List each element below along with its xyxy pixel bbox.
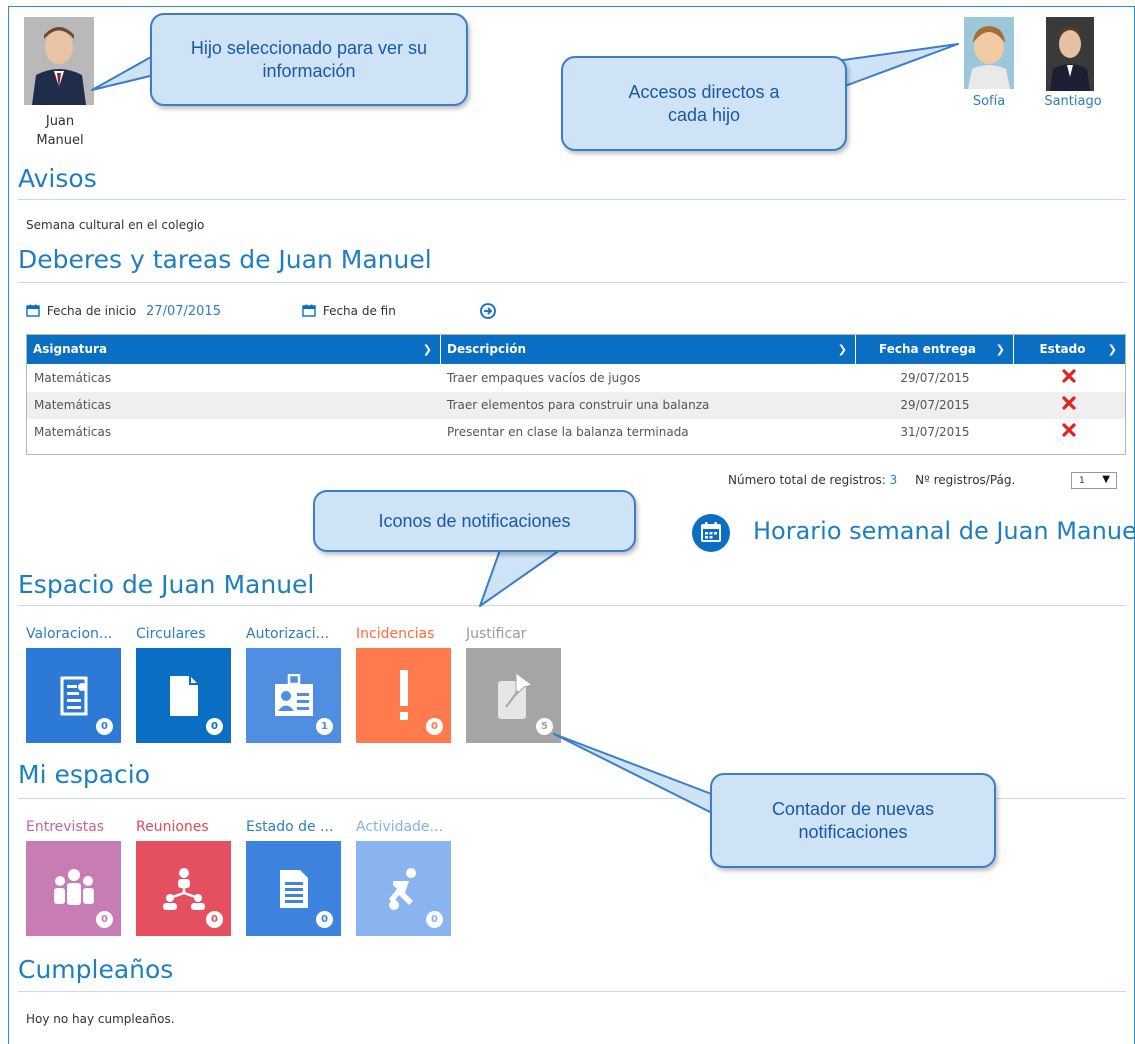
justificar-label[interactable]: Justificar xyxy=(466,626,527,642)
notification-count-badge: 1 xyxy=(316,718,333,735)
chevron-down-icon: ❯ xyxy=(837,343,847,356)
autorizaciones-tile[interactable]: 1 xyxy=(246,648,341,743)
sibling-name-sofia[interactable]: Sofía xyxy=(958,94,1020,109)
column-header-subject[interactable]: Asignatura ❯ xyxy=(27,335,441,364)
cell-description: Presentar en clase la balanza terminada xyxy=(447,425,689,439)
entrevistas-tile[interactable]: 0 xyxy=(26,841,121,936)
reuniones-tile[interactable]: 0 xyxy=(136,841,231,936)
mi-espacio-title: Mi espacio xyxy=(18,760,151,789)
callout-selected-child: Hijo seleccionado para ver su informació… xyxy=(150,13,468,106)
avisos-text: Semana cultural en el colegio xyxy=(26,218,205,232)
notification-count-badge: 0 xyxy=(426,911,443,928)
tasks-table-header: Asignatura ❯ Descripción ❯ Fecha entrega ❯ … xyxy=(27,335,1125,364)
cumple-divider xyxy=(18,991,1126,992)
calendar-icon xyxy=(302,304,316,317)
schedule-link-text: Horario semanal de Juan Manuel xyxy=(753,517,1135,545)
cumple-text: Hoy no hay cumpleaños. xyxy=(26,1012,175,1026)
espacio-divider xyxy=(18,605,1126,606)
avisos-divider xyxy=(18,199,1126,200)
estado-label[interactable]: Estado de ... xyxy=(246,819,333,835)
search-go-button[interactable] xyxy=(480,303,496,319)
calendar-icon xyxy=(692,514,730,552)
child-avatar-icon xyxy=(964,17,1014,89)
child-avatar-icon xyxy=(1046,17,1094,91)
incidencias-label[interactable]: Incidencias xyxy=(356,626,434,642)
chevron-down-icon: ❯ xyxy=(1107,343,1117,356)
calendar-icon xyxy=(26,304,40,317)
selected-child-name: Juan Manuel xyxy=(36,114,84,148)
column-header-status[interactable]: Estado ❯ xyxy=(1014,335,1125,364)
notification-count-badge: 0 xyxy=(96,718,113,735)
column-header-date[interactable]: Fecha entrega ❯ xyxy=(856,335,1014,364)
deberes-title: Deberes y tareas de Juan Manuel xyxy=(18,245,432,274)
notification-count-badge: 0 xyxy=(206,911,223,928)
actividades-tile[interactable]: 0 xyxy=(356,841,451,936)
start-date-filter[interactable]: Fecha de inicio 27/07/2015 xyxy=(26,304,221,322)
circulares-tile[interactable]: 0 xyxy=(136,648,231,743)
cell-subject: Matemáticas xyxy=(34,425,112,439)
circulares-label[interactable]: Circulares xyxy=(136,626,206,642)
espacio-title: Espacio de Juan Manuel xyxy=(18,570,315,599)
avisos-title: Avisos xyxy=(18,164,97,193)
tasks-table: Asignatura ❯ Descripción ❯ Fecha entrega ❯ … xyxy=(26,334,1126,455)
table-row[interactable]: Matemáticas Traer empaques vacíos de jug… xyxy=(27,365,1125,392)
per-page-value: 1 xyxy=(1079,476,1085,486)
cell-date: 29/07/2015 xyxy=(900,398,970,412)
deberes-divider xyxy=(18,282,1126,283)
autorizaciones-label[interactable]: Autorizaci... xyxy=(246,626,329,642)
chevron-down-icon: ❯ xyxy=(422,343,432,356)
incidencias-tile[interactable]: 0 xyxy=(356,648,451,743)
sibling-photo-santiago[interactable] xyxy=(1046,17,1094,91)
end-date-filter[interactable]: Fecha de fin xyxy=(302,304,396,322)
chevron-down-icon: ❯ xyxy=(995,343,1005,356)
callout-new-counter: Contador de nuevas notificaciones xyxy=(710,773,996,868)
status-not-done-icon xyxy=(1062,396,1076,410)
notification-count-badge: 0 xyxy=(316,911,333,928)
per-page-label: Nº registros/Pág. xyxy=(915,473,1016,487)
status-not-done-icon xyxy=(1062,369,1076,383)
start-date-value[interactable]: 27/07/2015 xyxy=(146,304,221,319)
total-records-label: Número total de registros: xyxy=(728,473,886,487)
total-records-value: 3 xyxy=(889,473,898,487)
start-date-label: Fecha de inicio xyxy=(46,304,137,318)
sibling-name-santiago[interactable]: Santiago xyxy=(1038,94,1108,109)
actividades-label[interactable]: Actividade... xyxy=(356,819,443,835)
child-avatar-icon xyxy=(24,17,94,105)
justificar-tile[interactable]: 5 xyxy=(466,648,561,743)
end-date-label: Fecha de fin xyxy=(322,304,396,318)
callout-direct-access: Accesos directos a cada hijo xyxy=(561,56,847,151)
selected-child-photo[interactable] xyxy=(24,17,94,105)
valoraciones-label[interactable]: Valoracion... xyxy=(26,626,112,642)
dropdown-arrow-icon: ▼ xyxy=(1102,474,1110,485)
entrevistas-label[interactable]: Entrevistas xyxy=(26,819,104,835)
table-row[interactable]: Matemáticas Traer elementos para constru… xyxy=(27,392,1125,419)
per-page-select[interactable]: 1 ▼ xyxy=(1071,472,1117,489)
estado-tile[interactable]: 0 xyxy=(246,841,341,936)
arrow-right-circle-icon xyxy=(480,303,496,319)
column-header-description[interactable]: Descripción ❯ xyxy=(441,335,856,364)
cell-subject: Matemáticas xyxy=(34,398,112,412)
callout-notification-icons: Iconos de notificaciones xyxy=(313,490,636,552)
cell-description: Traer elementos para construir una balan… xyxy=(447,398,710,412)
reuniones-label[interactable]: Reuniones xyxy=(136,819,209,835)
table-row[interactable]: Matemáticas Presentar en clase la balanz… xyxy=(27,419,1125,446)
cell-subject: Matemáticas xyxy=(34,371,112,385)
sibling-photo-sofia[interactable] xyxy=(964,17,1014,89)
cell-description: Traer empaques vacíos de jugos xyxy=(447,371,641,385)
cumple-title: Cumpleaños xyxy=(18,955,174,984)
notification-count-badge: 5 xyxy=(536,718,553,735)
status-not-done-icon xyxy=(1062,423,1076,437)
notification-count-badge: 0 xyxy=(206,718,223,735)
cell-date: 31/07/2015 xyxy=(900,425,970,439)
notification-count-badge: 0 xyxy=(426,718,443,735)
notification-count-badge: 0 xyxy=(96,911,113,928)
pager: Número total de registros: 3 Nº registro… xyxy=(728,473,1015,487)
valoraciones-tile[interactable]: 0 xyxy=(26,648,121,743)
cell-date: 29/07/2015 xyxy=(900,371,970,385)
